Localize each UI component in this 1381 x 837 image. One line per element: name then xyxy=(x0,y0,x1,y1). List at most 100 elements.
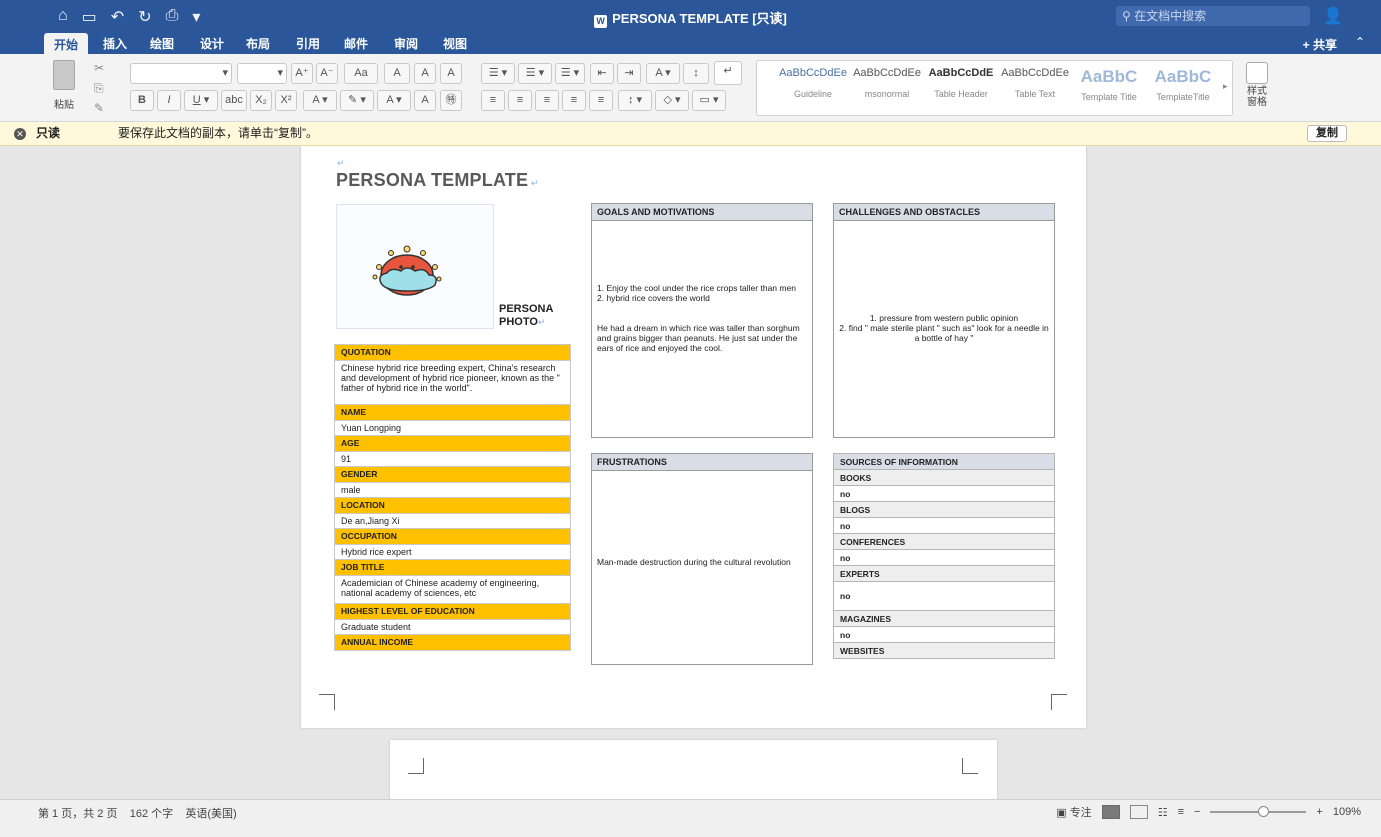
bullets-button[interactable]: ☰ ▾ xyxy=(481,63,515,84)
collapse-ribbon-icon[interactable]: ⌃ xyxy=(1355,35,1365,49)
occupation-value[interactable]: Hybrid rice expert xyxy=(334,544,571,560)
clear-formatting-icon[interactable]: A xyxy=(384,63,410,84)
print-layout-view-icon[interactable] xyxy=(1101,805,1120,819)
line-spacing-button[interactable]: ↕ ▾ xyxy=(618,90,652,111)
copy-icon[interactable]: ⎘ xyxy=(94,78,104,98)
borders-button[interactable]: ▭ ▾ xyxy=(692,90,726,111)
strikethrough-button[interactable]: abc xyxy=(221,90,247,111)
word-count[interactable]: 162 个字 xyxy=(130,808,173,820)
sort-icon[interactable]: ↕ xyxy=(683,63,709,84)
search-input[interactable]: ⚲ 在文档中搜索 xyxy=(1116,6,1310,26)
tab-references[interactable]: 引用 xyxy=(296,35,320,52)
numbering-button[interactable]: ☰ ▾ xyxy=(518,63,552,84)
tab-home[interactable]: 开始 xyxy=(44,33,89,54)
change-case-button[interactable]: Aa xyxy=(344,63,378,84)
tab-layout[interactable]: 布局 xyxy=(246,35,270,52)
font-name-select[interactable]: ▾ xyxy=(130,63,232,84)
zoom-slider[interactable] xyxy=(1210,806,1307,817)
education-value[interactable]: Graduate student xyxy=(334,619,571,635)
tab-draw[interactable]: 绘图 xyxy=(150,35,174,52)
user-account-icon[interactable]: 👤 xyxy=(1323,6,1343,26)
style-templatetitle[interactable]: AaBbC TemplateTitle xyxy=(1149,67,1217,102)
dropdown-arrow-icon: ▾ xyxy=(277,67,283,79)
gallery-more-icon[interactable]: ▸ xyxy=(1223,81,1228,92)
tab-review[interactable]: 审阅 xyxy=(394,35,418,52)
share-button[interactable]: + 共享 xyxy=(1303,36,1337,53)
shading-button[interactable]: ◇ ▾ xyxy=(655,90,689,111)
justify-icon[interactable]: ≡ xyxy=(562,90,586,111)
enclose-characters-icon[interactable]: ㊕ xyxy=(440,90,462,111)
document-canvas[interactable]: ↵ PERSONA TEMPLATE ↵ PERSONA PHOTO↵ QUOT… xyxy=(0,146,1381,799)
grow-font-button[interactable]: A⁺ xyxy=(291,63,313,84)
copy-document-button[interactable]: 复制 xyxy=(1307,125,1347,142)
goals-box[interactable]: GOALS AND MOTIVATIONS 1. Enjoy the cool … xyxy=(591,203,813,438)
styles-gallery: AaBbCcDdEe Guideline AaBbCcDdEe msonorma… xyxy=(756,60,1233,116)
style-table-header[interactable]: AaBbCcDdE Table Header xyxy=(927,67,995,99)
text-effects-button[interactable]: A ▾ xyxy=(303,90,337,111)
challenges-box[interactable]: CHALLENGES AND OBSTACLES 1. pressure fro… xyxy=(833,203,1055,438)
magazines-value[interactable]: no xyxy=(833,626,1055,643)
age-value[interactable]: 91 xyxy=(334,451,571,467)
style-template-title[interactable]: AaBbC Template Title xyxy=(1075,67,1143,102)
zoom-level[interactable]: 109% xyxy=(1333,806,1361,818)
close-circle-icon[interactable]: ✕ xyxy=(14,128,26,140)
experts-value[interactable]: no xyxy=(833,581,1055,611)
language-indicator[interactable]: 英语(美国) xyxy=(185,808,236,820)
zoom-in-icon[interactable]: + xyxy=(1316,806,1322,818)
show-formatting-marks-icon[interactable]: ↵ xyxy=(714,61,742,85)
tab-view[interactable]: 视图 xyxy=(443,35,467,52)
persona-photo[interactable] xyxy=(336,204,494,329)
zoom-slider-handle[interactable] xyxy=(1258,806,1270,817)
document-page-2[interactable] xyxy=(390,740,997,799)
focus-mode-button[interactable]: ▣ 专注 xyxy=(1056,804,1091,820)
style-table-text[interactable]: AaBbCcDdEe Table Text xyxy=(1001,67,1069,99)
underline-button[interactable]: U ▾ xyxy=(184,90,218,111)
multilevel-list-button[interactable]: ☰ ▾ xyxy=(555,63,585,84)
style-msonormal[interactable]: AaBbCcDdEe msonormal xyxy=(853,67,921,99)
highlight-button[interactable]: ✎ ▾ xyxy=(340,90,374,111)
superscript-button[interactable]: X² xyxy=(275,90,297,111)
italic-button[interactable]: I xyxy=(157,90,181,111)
tab-insert[interactable]: 插入 xyxy=(103,35,127,52)
location-value[interactable]: De an,Jiang Xi xyxy=(334,513,571,529)
outline-view-icon[interactable]: ☷ xyxy=(1158,806,1168,819)
page-count[interactable]: 第 1 页，共 2 页 xyxy=(38,808,117,820)
job-title-value[interactable]: Academician of Chinese academy of engine… xyxy=(334,575,571,604)
font-size-select[interactable]: ▾ xyxy=(237,63,287,84)
cut-icon[interactable]: ✂ xyxy=(94,58,104,78)
frustrations-box[interactable]: FRUSTRATIONS Man-made destruction during… xyxy=(591,453,813,665)
document-page-1[interactable]: ↵ PERSONA TEMPLATE ↵ PERSONA PHOTO↵ QUOT… xyxy=(301,146,1086,728)
add-person-icon: + xyxy=(1302,38,1313,52)
gender-value[interactable]: male xyxy=(334,482,571,498)
name-value[interactable]: Yuan Longping xyxy=(334,420,571,436)
zoom-out-icon[interactable]: − xyxy=(1194,806,1200,818)
ribbon-tabs: 开始 插入 绘图 设计 布局 引用 邮件 审阅 视图 + 共享 ⌃ xyxy=(0,32,1381,54)
draft-view-icon[interactable]: ≡ xyxy=(1178,806,1184,818)
styles-pane-button[interactable]: 样式 窗格 xyxy=(1240,62,1274,108)
blogs-value[interactable]: no xyxy=(833,517,1055,534)
format-painter-icon[interactable]: ✎ xyxy=(94,98,104,118)
quotation-value[interactable]: Chinese hybrid rice breeding expert, Chi… xyxy=(334,360,571,405)
increase-indent-icon[interactable]: ⇥ xyxy=(617,63,641,84)
paragraph-mark: ↵ xyxy=(337,158,345,168)
conferences-value[interactable]: no xyxy=(833,549,1055,566)
font-color-button[interactable]: A ▾ xyxy=(377,90,411,111)
decrease-indent-icon[interactable]: ⇤ xyxy=(590,63,614,84)
shrink-font-button[interactable]: A⁻ xyxy=(316,63,338,84)
align-left-icon[interactable]: ≡ xyxy=(481,90,505,111)
distributed-icon[interactable]: ≡ xyxy=(589,90,613,111)
asian-layout-button[interactable]: A ▾ xyxy=(646,63,680,84)
align-right-icon[interactable]: ≡ xyxy=(535,90,559,111)
character-border-icon[interactable]: A xyxy=(440,63,462,84)
align-center-icon[interactable]: ≡ xyxy=(508,90,532,111)
paste-button[interactable]: 粘贴 xyxy=(44,60,84,111)
bold-button[interactable]: B xyxy=(130,90,154,111)
subscript-button[interactable]: X₂ xyxy=(250,90,272,111)
character-shading-icon[interactable]: A xyxy=(414,90,436,111)
books-value[interactable]: no xyxy=(833,485,1055,502)
phonetic-guide-icon[interactable]: A xyxy=(414,63,436,84)
style-guideline[interactable]: AaBbCcDdEe Guideline xyxy=(779,67,847,99)
web-layout-view-icon[interactable] xyxy=(1129,805,1148,819)
tab-mailings[interactable]: 邮件 xyxy=(344,35,368,52)
tab-design[interactable]: 设计 xyxy=(200,35,224,52)
